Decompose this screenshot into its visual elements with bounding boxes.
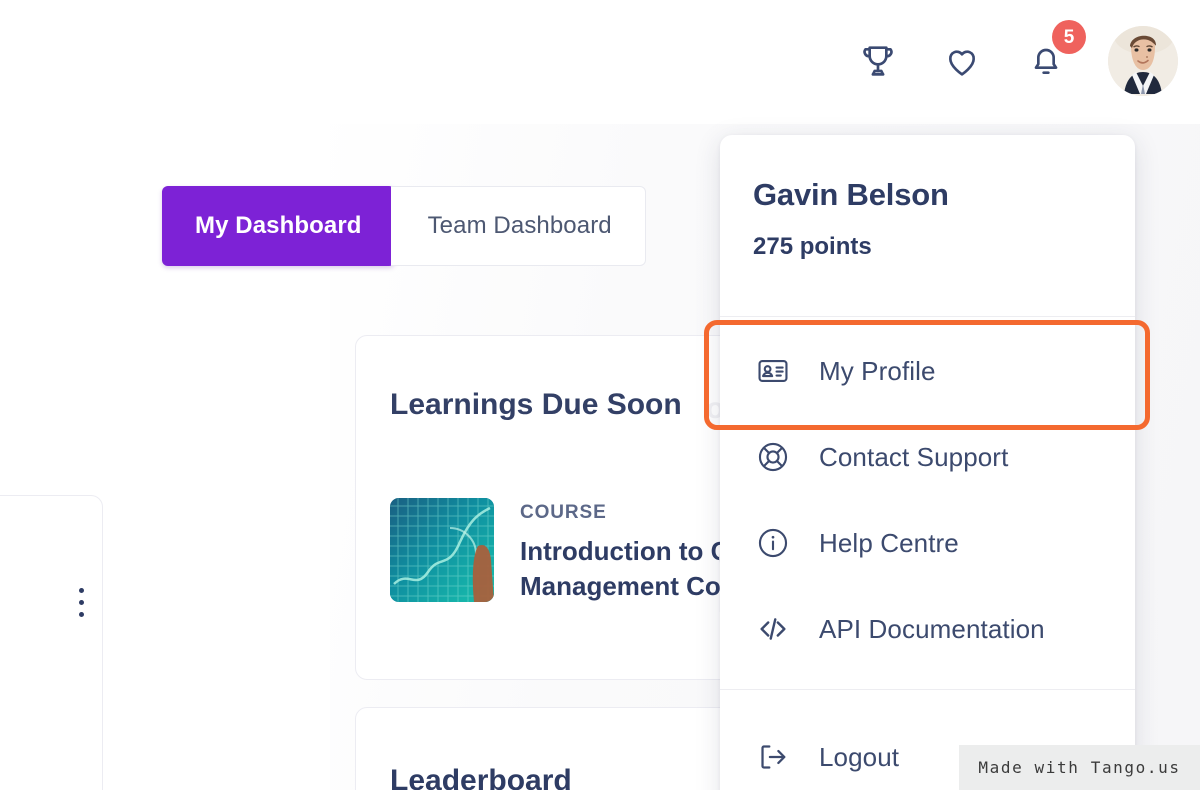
menu-item-label: Help Centre <box>819 527 959 558</box>
leaderboard-title: Leaderboard <box>390 764 572 790</box>
header-icon-group: 5 <box>856 20 1178 96</box>
learnings-card-title: Learnings Due Soon <box>390 388 682 421</box>
menu-item-label: Contact Support <box>819 441 1009 472</box>
watermark-text: Made with Tango.us <box>978 758 1181 777</box>
info-circle-icon <box>753 523 793 563</box>
dropdown-primary-group: My Profile Contact Support Help Centre A… <box>720 317 1135 672</box>
logout-icon <box>753 737 793 777</box>
tango-watermark: Made with Tango.us <box>959 745 1200 790</box>
lifebuoy-icon <box>753 437 793 477</box>
bell-icon[interactable]: 5 <box>1024 20 1086 83</box>
notification-badge: 5 <box>1052 20 1086 54</box>
menu-item-contact-support[interactable]: Contact Support <box>720 414 1135 500</box>
tab-team-dashboard[interactable]: Team Dashboard <box>390 186 646 266</box>
menu-item-my-profile[interactable]: My Profile <box>720 328 1135 414</box>
trophy-icon[interactable] <box>856 39 900 83</box>
menu-item-api-documentation[interactable]: API Documentation <box>720 586 1135 672</box>
side-card <box>0 495 103 790</box>
avatar[interactable] <box>1108 26 1178 96</box>
card-overflow-menu-icon[interactable] <box>79 588 84 617</box>
dropdown-user-block: Gavin Belson 275 points <box>720 135 1135 261</box>
menu-item-label: My Profile <box>819 355 936 386</box>
dropdown-user-name: Gavin Belson <box>753 177 949 212</box>
app-root: Learnings Due Soon View all <box>0 0 1200 790</box>
id-card-icon <box>753 351 793 391</box>
dropdown-user-points: 275 points <box>753 233 872 260</box>
user-menu-dropdown: Gavin Belson 275 points My Profile Conta… <box>720 135 1135 790</box>
menu-item-help-centre[interactable]: Help Centre <box>720 500 1135 586</box>
heart-icon[interactable] <box>940 39 984 83</box>
menu-item-label: Logout <box>819 741 900 772</box>
dashboard-tabs: My Dashboard Team Dashboard <box>162 186 646 266</box>
top-header: 5 <box>0 0 1200 124</box>
tab-my-dashboard[interactable]: My Dashboard <box>162 186 395 266</box>
code-brackets-icon <box>753 609 793 649</box>
course-thumbnail <box>390 498 494 602</box>
menu-item-label: API Documentation <box>819 613 1045 644</box>
